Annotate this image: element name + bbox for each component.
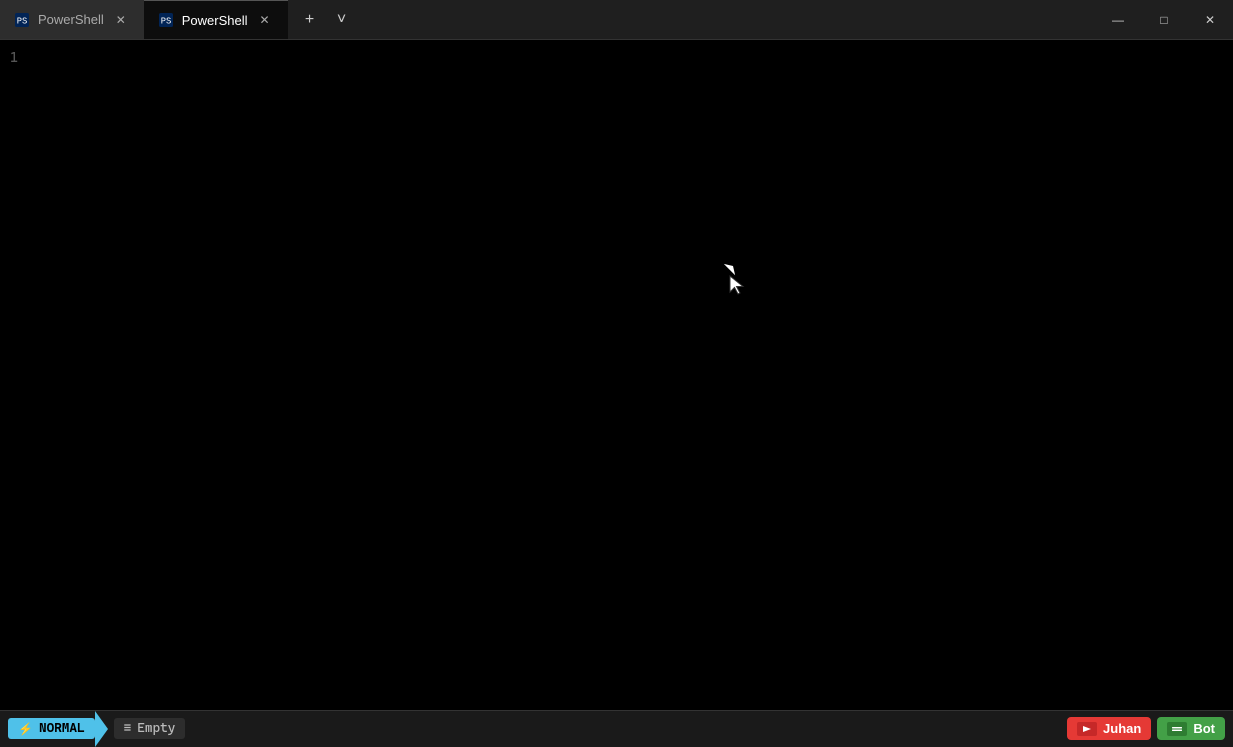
add-tab-button[interactable]: + [296,6,324,34]
user-icon [1077,722,1097,736]
line-number: 1 [10,48,18,69]
tab-group: PS PowerShell ✕ PS PowerShell ✕ + ˅ [0,0,364,39]
status-bar: ⚡ NORMAL ≡ Empty Juhan [0,710,1233,746]
mode-arrow [95,711,108,747]
powershell-icon-1: PS [14,12,30,28]
empty-badge: ≡ Empty [114,718,186,739]
terminal-body[interactable]: 1 [0,40,1233,710]
maximize-button[interactable]: □ [1141,0,1187,39]
tab-actions: + ˅ [288,0,364,39]
tab-label-2: PowerShell [182,13,248,28]
dropdown-button[interactable]: ˅ [328,6,356,34]
bot-badge: Bot [1157,717,1225,740]
svg-text:PS: PS [17,16,28,26]
window-controls: — □ ✕ [1095,0,1233,39]
mode-badge: ⚡ NORMAL [8,718,95,739]
mode-section: ⚡ NORMAL [8,711,108,747]
status-left: ⚡ NORMAL ≡ Empty [8,711,185,747]
tab-powershell-2[interactable]: PS PowerShell ✕ [144,0,288,39]
tab-close-2[interactable]: ✕ [256,11,274,29]
title-bar: PS PowerShell ✕ PS PowerShell ✕ + ˅ — □ [0,0,1233,40]
file-label: Empty [137,721,175,736]
tab-close-1[interactable]: ✕ [112,11,130,29]
tab-label-1: PowerShell [38,12,104,27]
bot-icon [1167,722,1187,736]
user-label: Juhan [1103,721,1141,736]
tab-powershell-1[interactable]: PS PowerShell ✕ [0,0,144,39]
svg-text:PS: PS [161,17,172,27]
user-badge: Juhan [1067,717,1151,740]
file-icon: ≡ [124,721,132,736]
minimize-button[interactable]: — [1095,0,1141,39]
close-button[interactable]: ✕ [1187,0,1233,39]
status-right: Juhan Bot [1067,717,1225,740]
bot-label: Bot [1193,721,1215,736]
mode-icon: ⚡ [18,722,33,736]
powershell-icon-2: PS [158,12,174,28]
mode-label: NORMAL [39,721,85,736]
